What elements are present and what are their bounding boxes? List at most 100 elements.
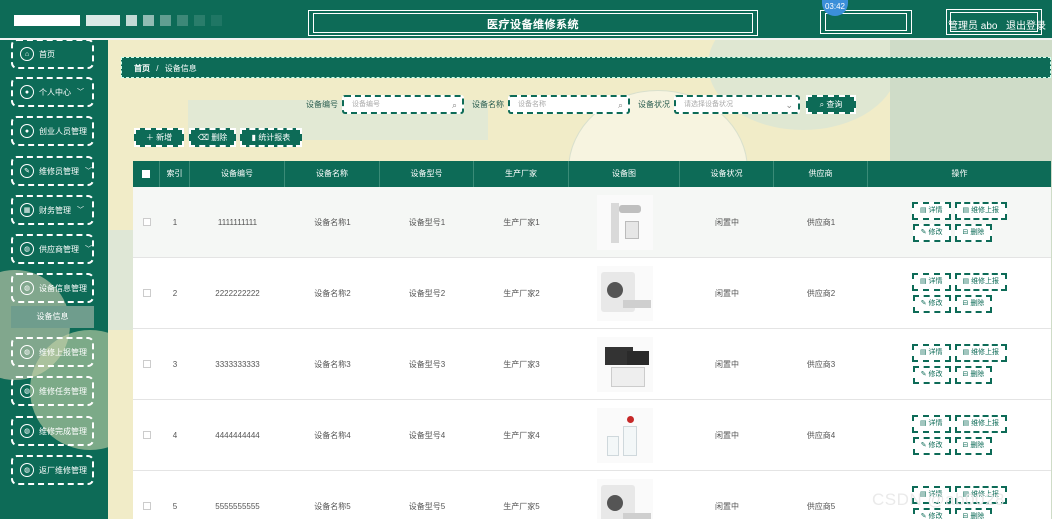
main-content: 首页 / 设备信息 设备编号 设备编号 ⌕ 设备名称 设备名称 ⌕ 设备状况 请… [108,40,1052,519]
table-row[interactable]: 4 4444444444 设备名称4 设备型号4 生产厂家4 闲置中 供应商4 … [133,400,1051,471]
search-status-select[interactable]: 请选择设备状况 ⌄ [674,95,800,114]
table-row[interactable]: 1 1111111111 设备名称1 设备型号1 生产厂家1 闲置中 供应商1 … [133,187,1051,258]
detail-button[interactable]: ▤ 详情 [911,202,951,220]
sidebar-item-label: 个人中心 [39,87,71,97]
detail-button[interactable]: ▤ 详情 [911,273,951,291]
delete-button[interactable]: ⌫ 删除 [189,128,236,147]
search-name-input[interactable]: 设备名称 ⌕ [508,95,630,114]
cell-image [569,258,680,328]
sidebar-item-repair-report[interactable]: ◍ 维修上报管理 [11,337,94,367]
sidebar: ⌂ 首页 ● 个人中心 ﹀ ● 创业人员管理 ✎ 维修员管理 ﹀ ▦ 财务管理 … [0,40,108,519]
sidebar-item-device-info[interactable]: ◍ 设备信息管理 [11,273,94,303]
row-delete-button[interactable]: ⊟ 删除 [954,224,993,242]
header-supplier: 供应商 [774,161,868,187]
sidebar-item-repairman[interactable]: ✎ 维修员管理 ﹀ [11,156,94,186]
repair-report-button[interactable]: ▤ 维修上报 [954,273,1008,291]
repair-report-button[interactable]: ▤ 维修上报 [954,344,1008,362]
row-checkbox[interactable] [133,400,160,470]
sidebar-item-label: 财务管理 [39,205,71,215]
stats-report-button[interactable]: ▮ 统计报表 [240,128,302,147]
cell-maker: 生产厂家4 [503,430,540,440]
row-checkbox[interactable] [133,329,160,399]
detail-button[interactable]: ▤ 详情 [911,344,951,362]
sidebar-item-home[interactable]: ⌂ 首页 [11,40,94,69]
report-icon: ◍ [20,345,34,359]
cell-status: 闲置中 [715,288,739,298]
sidebar-item-label: 维修任务管理 [39,386,87,396]
row-delete-button[interactable]: ⊟ 删除 [954,366,993,384]
cell-maker: 生产厂家2 [503,288,540,298]
sidebar-subitem-device-info[interactable]: 设备信息 [11,306,94,328]
header-name: 设备名称 [285,161,380,187]
add-button[interactable]: ＋ 新增 [134,128,184,147]
bg-circle [708,40,898,130]
detail-icon: ▤ [919,207,929,214]
sidebar-item-repair-task[interactable]: ◍ 维修任务管理 [11,376,94,406]
watermark: CSDN @ab0028 [872,490,1005,509]
sidebar-item-label: 设备信息管理 [39,283,87,293]
search-code-placeholder: 设备编号 [352,101,380,108]
search-code-label: 设备编号 [306,100,338,109]
user-label: 管理员 abo [948,21,998,32]
report-button-label: 维修上报 [971,349,1000,356]
search-code-group: 设备编号 设备编号 ⌕ [306,95,464,114]
edit-button-label: 修改 [928,513,943,519]
cell-image [569,471,680,519]
detail-button[interactable]: ▤ 详情 [911,415,951,433]
search-name-group: 设备名称 设备名称 ⌕ [472,95,630,114]
chart-icon: ▮ [251,133,257,142]
detail-icon: ▤ [919,420,929,427]
search-button[interactable]: ⌕ 查询 [806,95,856,114]
edit-button-label: 修改 [928,371,943,378]
chevron-down-icon: ﹀ [85,168,92,175]
device-image[interactable] [596,265,653,321]
row-delete-button[interactable]: ⊟ 删除 [954,295,993,313]
row-checkbox[interactable] [133,258,160,328]
sidebar-item-repair-done[interactable]: ◍ 维修完成管理 [11,416,94,446]
edit-icon: ✎ [920,513,929,519]
device-image[interactable] [596,336,653,392]
table-row[interactable]: 2 2222222222 设备名称2 设备型号2 生产厂家2 闲置中 供应商2 … [133,258,1051,329]
report-button-label: 维修上报 [971,278,1000,285]
delete-row-label: 删除 [970,300,985,307]
device-image[interactable] [596,478,653,519]
report-button-label: 维修上报 [971,207,1000,214]
header-maker: 生产厂家 [474,161,569,187]
sidebar-item-staff[interactable]: ● 创业人员管理 [11,116,94,146]
search-code-input[interactable]: 设备编号 ⌕ [342,95,464,114]
sidebar-item-factory-return[interactable]: ◍ 返厂维修管理 [11,455,94,485]
cell-name: 设备名称1 [314,217,351,227]
logout-button[interactable]: 退出登录 [1006,17,1046,32]
edit-button[interactable]: ✎ 修改 [912,366,951,384]
edit-button[interactable]: ✎ 修改 [912,437,951,455]
search-icon: ⌕ [451,100,457,110]
done-icon: ◍ [20,424,34,438]
cell-model: 设备型号1 [408,217,446,227]
edit-button[interactable]: ✎ 修改 [912,224,951,242]
breadcrumb-home[interactable]: 首页 [134,64,150,73]
search-status-label: 设备状况 [638,100,670,109]
sidebar-item-label: 维修上报管理 [39,347,87,357]
cell-name: 设备名称4 [314,430,351,440]
repair-report-button[interactable]: ▤ 维修上报 [954,415,1008,433]
select-all-checkbox[interactable] [133,161,160,187]
row-checkbox[interactable] [133,471,160,519]
repair-report-button[interactable]: ▤ 维修上报 [954,202,1008,220]
edit-button[interactable]: ✎ 修改 [912,295,951,313]
device-image[interactable] [596,194,653,250]
cell-index: 2 [172,288,178,298]
sidebar-item-finance[interactable]: ▦ 财务管理 ﹀ [11,195,94,225]
cell-supplier: 供应商1 [806,217,836,227]
cell-status: 闲置中 [715,501,739,511]
sidebar-item-personal-center[interactable]: ● 个人中心 ﹀ [11,77,94,107]
row-checkbox[interactable] [133,187,160,257]
cell-model: 设备型号4 [408,430,446,440]
chevron-down-icon: ﹀ [77,89,84,96]
breadcrumb-current: 设备信息 [164,64,197,73]
row-delete-button[interactable]: ⊟ 删除 [954,437,993,455]
table-row[interactable]: 3 3333333333 设备名称3 设备型号3 生产厂家3 闲置中 供应商3 … [133,329,1051,400]
cell-actions: ▤ 详情 ▤ 维修上报 ✎ 修改 ⊟ 删除 [868,187,1051,257]
sidebar-item-supplier[interactable]: ◍ 供应商管理 ﹀ [11,234,94,264]
cell-status: 闲置中 [715,217,739,227]
device-image[interactable] [596,407,653,463]
